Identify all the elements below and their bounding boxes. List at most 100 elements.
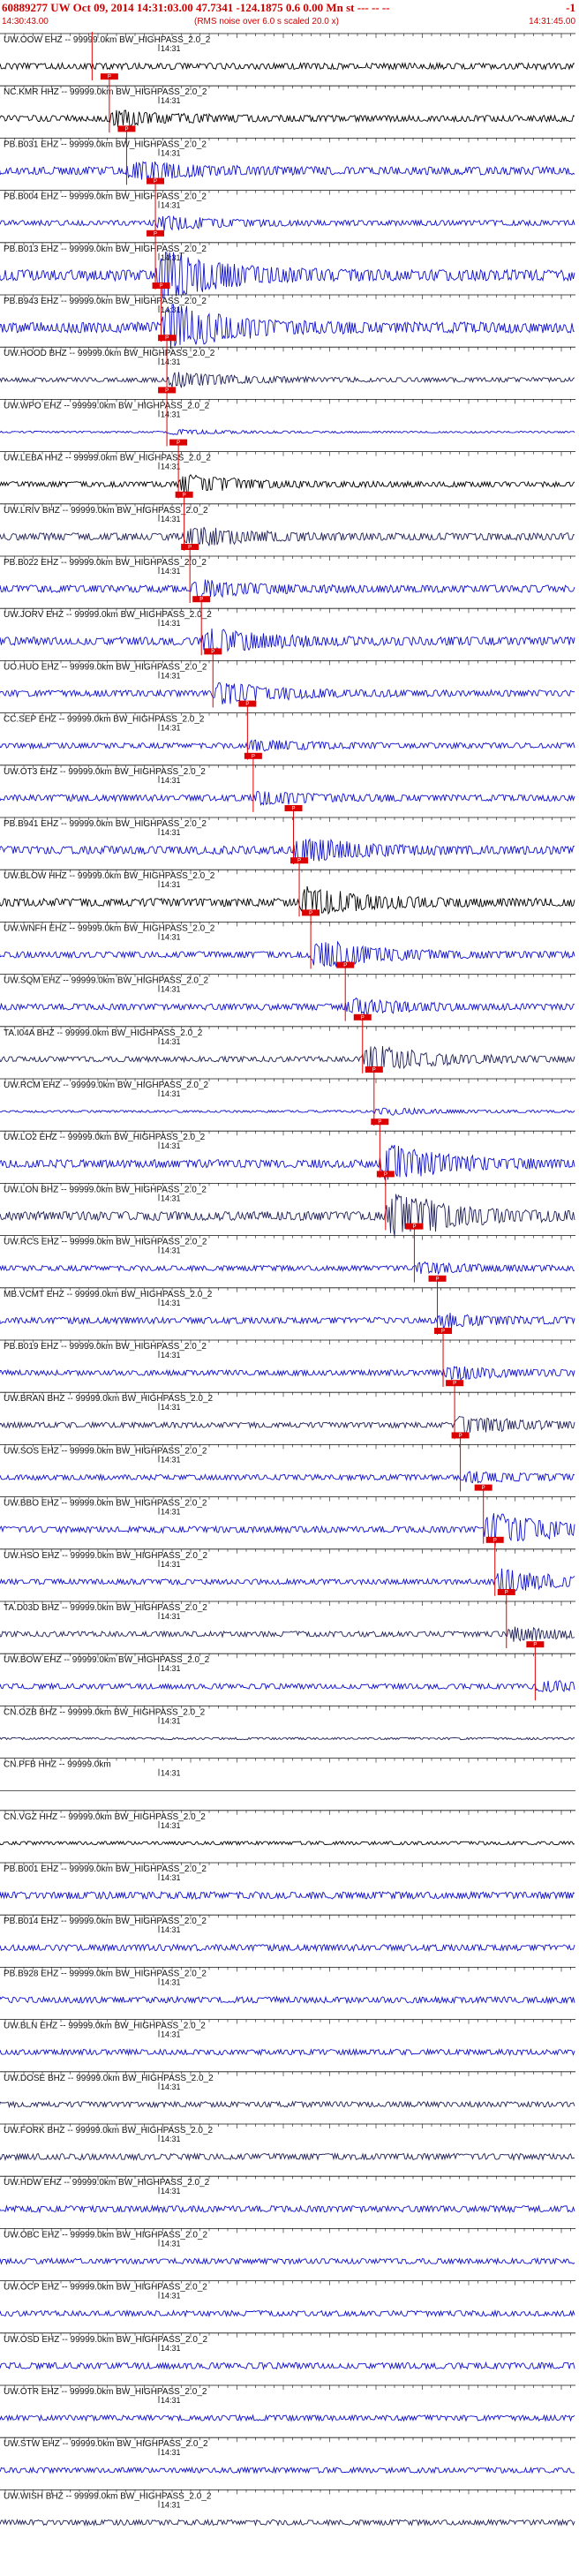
time-marker-label: 14:31: [161, 515, 181, 523]
trace-row: UW.RCS EHZ -- 99999.0km BW_HIGHPASS_2.0_…: [0, 1223, 575, 1283]
waveform-trace: [0, 2151, 575, 2162]
phase-pick-label: P: [177, 441, 180, 446]
phase-pick-label: P: [482, 1486, 485, 1491]
phase-pick-label: P: [183, 493, 186, 498]
waveform-trace: [0, 1415, 575, 1435]
trace-row: PB.B941 EHZ -- 99999.0km BW_HIGHPASS_2.0…: [0, 805, 575, 864]
waveform-trace: [0, 2309, 575, 2318]
time-marker-label: 14:31: [161, 619, 181, 628]
time-marker-label: 14:31: [161, 96, 181, 105]
waveform-trace: [0, 997, 575, 1015]
seismogram-plot: UW.OOW EHZ -- 99999.0km BW_HIGHPASS_2.0_…: [0, 32, 575, 2527]
waveform-trace: [0, 2414, 575, 2422]
trace-row: NC.KMR HHZ -- 99999.0km BW_HIGHPASS_2.0_…: [0, 73, 575, 133]
trace-row: UW.DOSE BHZ -- 99999.0km BW_HIGHPASS_2.0…: [0, 2071, 575, 2109]
time-marker-label: 14:31: [161, 1769, 181, 1778]
trace-label: UW.WNFH EHZ -- 99999.0km BW_HIGHPASS_2.0…: [4, 923, 215, 933]
phase-pick-label: P: [297, 859, 301, 864]
time-marker-label: 14:31: [161, 1299, 181, 1307]
time-marker-label: 14:31: [161, 148, 181, 157]
waveform-trace: [0, 1107, 575, 1116]
time-marker-label: 14:31: [161, 1037, 181, 1046]
phase-pick-label: P: [165, 336, 169, 342]
trace-label: CN.PFB HHZ -- 99999.0km: [4, 1760, 111, 1770]
phase-pick-label: P: [505, 1591, 508, 1596]
waveform-trace: [0, 579, 575, 599]
trace-row: UW.SOS EHZ -- 99999.0km BW_HIGHPASS_2.0_…: [0, 1432, 575, 1492]
scale-note: (RMS noise over 6.0 s scaled 20.0 x): [194, 17, 339, 26]
time-marker-label: 14:31: [161, 2135, 181, 2143]
trace-row: UW.WISH BHZ -- 99999.0km BW_HIGHPASS_2.0…: [0, 2489, 575, 2527]
time-marker-label: 14:31: [161, 1141, 181, 1150]
waveform-trace: [0, 372, 575, 388]
time-marker-label: 14:31: [161, 1821, 181, 1830]
time-marker-label: 14:31: [161, 2396, 181, 2405]
time-marker-label: 14:31: [161, 410, 181, 418]
waveform-trace: [0, 1261, 575, 1276]
time-marker-label: 14:31: [161, 1403, 181, 1412]
waveform-trace: [0, 2256, 575, 2266]
trace-row: PB.B943 EHZ -- 99999.0km BW_HIGHPASS_2.0…: [0, 282, 575, 350]
waveform-trace: [0, 2047, 575, 2057]
trace-row: UW.WPO EHZ -- 99999.0km BW_HIGHPASS_2.0_…: [0, 387, 575, 447]
trace-label: UW.FORK BHZ -- 99999.0km BW_HIGHPASS_2.0…: [4, 2126, 214, 2135]
time-marker-label: 14:31: [161, 1455, 181, 1464]
waveform-trace: [0, 1943, 575, 1953]
trace-row: UW.BLN EHZ -- 99999.0km BW_HIGHPASS_2.0_…: [0, 2019, 575, 2057]
trace-row: UW.JORV EHZ -- 99999.0km BW_HIGHPASS_2.0…: [0, 596, 575, 656]
waveform-trace: [0, 885, 575, 915]
event-flag: -1: [566, 1, 575, 14]
waveform-trace: [0, 109, 575, 128]
trace-row: UW.BOW EHZ -- 99999.0km BW_HIGHPASS_2.0_…: [0, 1641, 575, 1701]
time-marker-label: 14:31: [161, 201, 181, 210]
time-marker-label: 14:31: [161, 1873, 181, 1882]
time-marker-label: 14:31: [161, 1089, 181, 1098]
trace-row: CN.PFB HHZ -- 99999.0km 14:31: [0, 1758, 575, 1791]
time-marker-label: 14:31: [161, 1560, 181, 1569]
phase-pick-label: P: [441, 1329, 445, 1335]
trace-row: UW.LON BHZ -- 99999.0km BW_HIGHPASS_2.0_…: [0, 1171, 575, 1237]
trace-row: UW.OCP EHZ -- 99999.0km BW_HIGHPASS_2.0_…: [0, 2280, 575, 2318]
trace-label: MB.VCMT EHZ -- 99999.0km BW_HIGHPASS_2.0…: [4, 1290, 213, 1299]
time-marker-label: 14:31: [161, 724, 181, 733]
phase-pick-label: P: [108, 75, 111, 80]
time-marker-label: 14:31: [161, 2448, 181, 2457]
trace-row: UW.STW EHZ -- 99999.0km BW_HIGHPASS_2.0_…: [0, 2437, 575, 2474]
phase-pick-label: P: [252, 754, 255, 759]
time-marker-label: 14:31: [161, 671, 181, 680]
waveform-trace: [0, 2518, 575, 2527]
phase-pick-label: P: [309, 911, 312, 916]
trace-row: UW.HDW EHZ -- 99999.0km BW_HIGHPASS_2.0_…: [0, 2175, 575, 2214]
phase-pick-label: P: [372, 1068, 376, 1073]
waveform-trace: [0, 838, 575, 862]
phase-pick-label: P: [199, 598, 203, 603]
waveform-trace: [0, 304, 575, 350]
waveform-trace: [0, 2466, 575, 2474]
trace-row: UW.LEBA HHZ -- 99999.0km BW_HIGHPASS_2.0…: [0, 439, 575, 499]
time-marker-label: 14:31: [161, 2030, 181, 2039]
trace-row: UW.OBC EHZ -- 99999.0km BW_HIGHPASS_2.0_…: [0, 2227, 575, 2266]
start-time: 14:30:43.00: [2, 17, 49, 26]
phase-pick-label: P: [154, 179, 157, 185]
phase-pick-label: P: [533, 1643, 537, 1648]
trace-row: PB.B004 EHZ -- 99999.0km BW_HIGHPASS_2.0…: [0, 177, 575, 237]
trace-row: UW.OT3 EHZ -- 99999.0km BW_HIGHPASS_2.0_…: [0, 752, 575, 812]
phase-pick-label: P: [459, 1434, 462, 1439]
phase-pick-label: P: [412, 1224, 416, 1230]
time-marker-label: 14:31: [161, 358, 181, 366]
waveform-trace: [0, 1890, 575, 1901]
time-marker-label: 14:31: [161, 1194, 181, 1202]
trace-row: UW.WNFH EHZ -- 99999.0km BW_HIGHPASS_2.0…: [0, 909, 575, 969]
trace-row: PB.B928 EHZ -- 99999.0km BW_HIGHPASS_2.0…: [0, 1966, 575, 2005]
waveform-trace: [0, 940, 575, 968]
trace-row: PB.B019 EHZ -- 99999.0km BW_HIGHPASS_2.0…: [0, 1328, 575, 1387]
trace-label: UW.BRAN BHZ -- 99999.0km BW_HIGHPASS_2.0…: [4, 1394, 214, 1404]
trace-row: UW.OSD EHZ -- 99999.0km BW_HIGHPASS_2.0_…: [0, 2332, 575, 2371]
phase-pick-label: P: [453, 1382, 456, 1387]
trace-row: PB.B013 EHZ -- 99999.0km BW_HIGHPASS_2.0…: [0, 230, 575, 299]
trace-row: CC.SEP EHZ -- 99999.0km BW_HIGHPASS_2.0_…: [0, 700, 575, 760]
trace-row: UW.LRIV BHZ -- 99999.0km BW_HIGHPASS_2.0…: [0, 491, 575, 551]
trace-row: MB.VCMT EHZ -- 99999.0km BW_HIGHPASS_2.0…: [0, 1275, 575, 1335]
end-time: 14:31:45.00: [529, 17, 575, 26]
time-marker-label: 14:31: [161, 1664, 181, 1673]
